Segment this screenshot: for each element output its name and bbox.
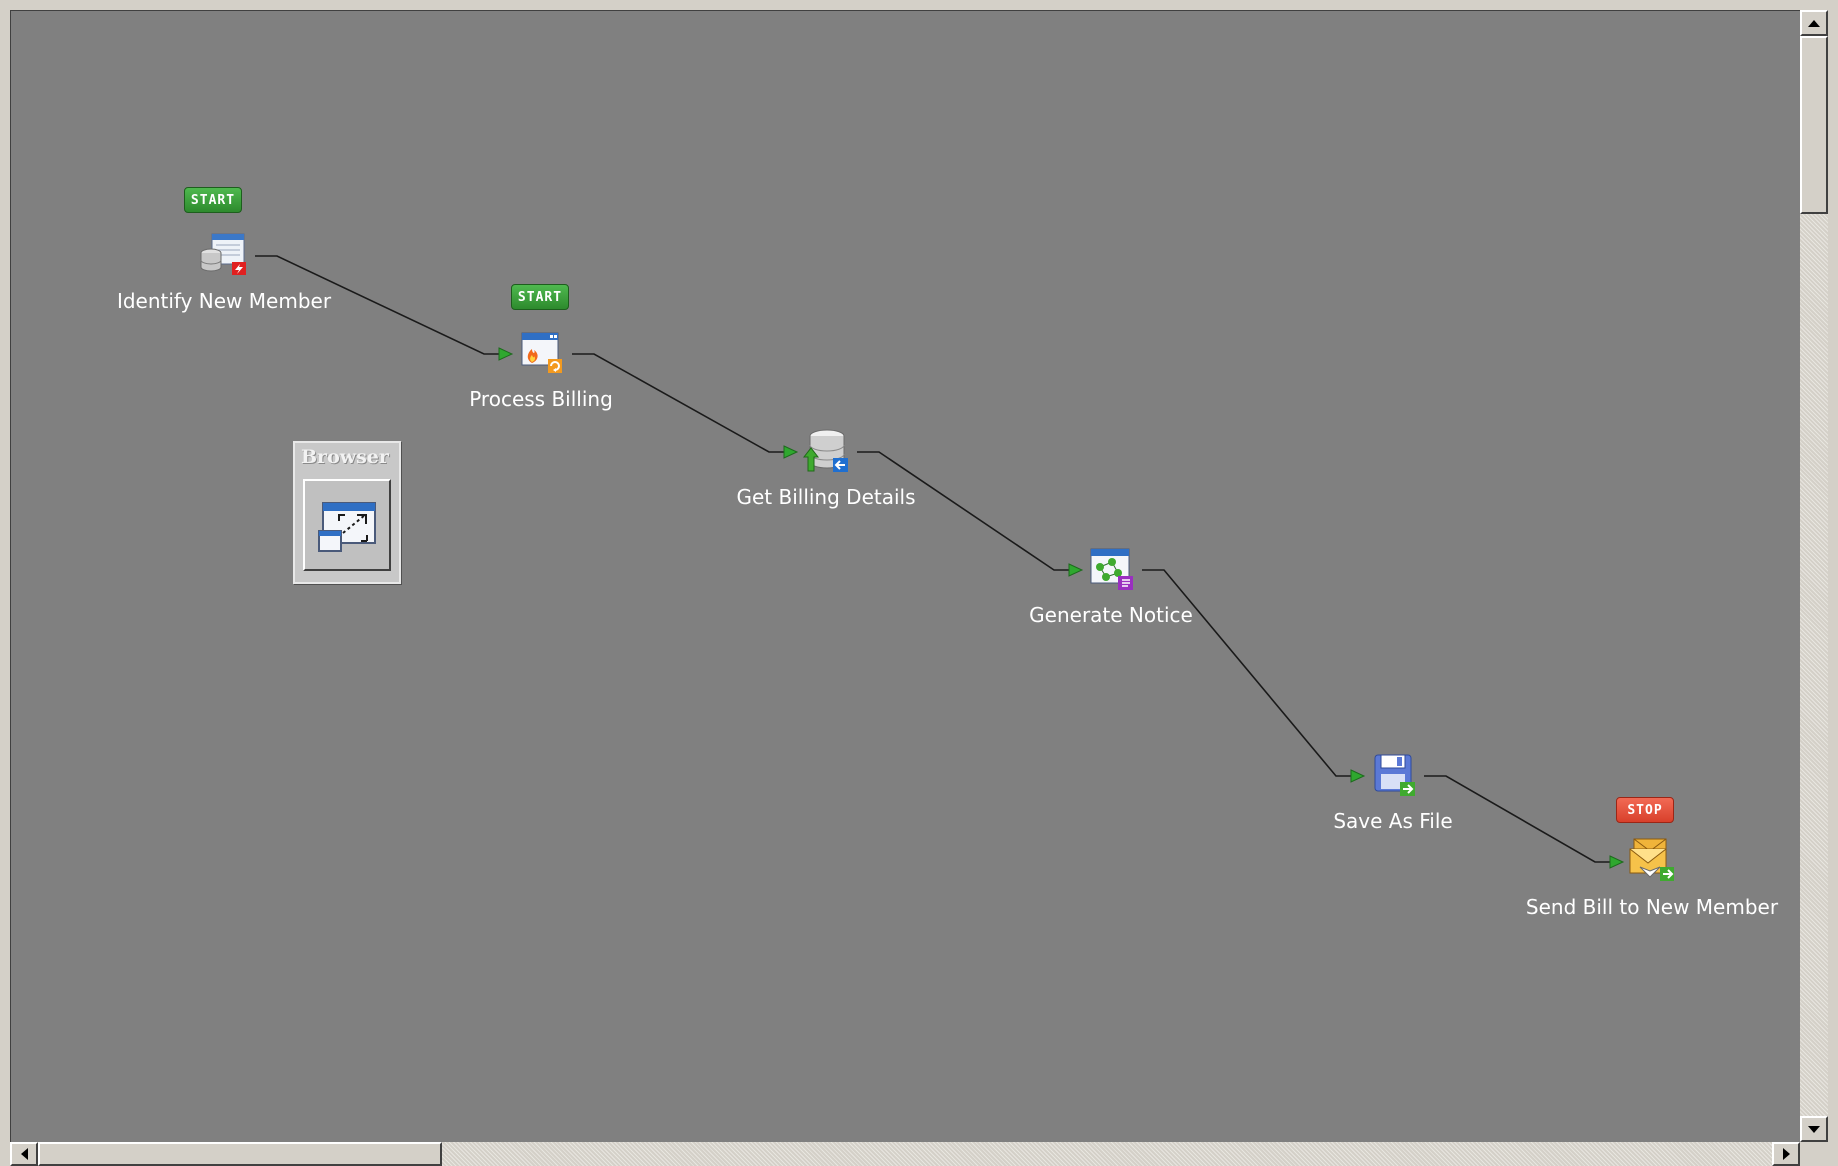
- horizontal-scroll-thumb[interactable]: [38, 1142, 442, 1166]
- node-label: Send Bill to New Member: [1525, 895, 1779, 919]
- email-send-icon: [1629, 838, 1674, 881]
- scroll-right-button[interactable]: [1772, 1142, 1800, 1166]
- expand-window-icon: [318, 502, 376, 552]
- connection-layer: [255, 255, 1625, 869]
- connection-arrow-icon: [1609, 855, 1625, 869]
- scroll-down-button[interactable]: [1800, 1116, 1828, 1142]
- window-process-icon: [521, 332, 562, 373]
- browser-widget[interactable]: Browser: [293, 441, 401, 584]
- window-transform-icon: [1090, 548, 1133, 590]
- database-query-icon: [802, 429, 848, 472]
- connection-arrow-icon: [498, 347, 514, 361]
- database-table-trigger-icon: [200, 233, 246, 275]
- stop-badge: STOP: [1616, 797, 1674, 823]
- vertical-scroll-thumb[interactable]: [1800, 36, 1828, 214]
- connection-arrow-icon: [1350, 769, 1366, 783]
- connection-arrow-icon: [1068, 563, 1084, 577]
- arrow-down-icon: [1808, 1125, 1820, 1133]
- node-label: Generate Notice: [1029, 603, 1193, 627]
- connection-wire[interactable]: [1142, 569, 1352, 777]
- workflow-designer-window: START Identify New Member START Process …: [0, 0, 1838, 1166]
- scroll-left-button[interactable]: [10, 1142, 38, 1166]
- start-badge: START: [184, 187, 242, 213]
- scroll-corner: [1800, 1142, 1828, 1166]
- arrow-left-icon: [20, 1148, 28, 1160]
- node-label: Identify New Member: [116, 289, 332, 313]
- horizontal-scrollbar[interactable]: [10, 1142, 1800, 1166]
- node-label: Get Billing Details: [736, 485, 916, 509]
- start-badge: START: [511, 284, 569, 310]
- floppy-save-icon: [1374, 754, 1415, 796]
- workflow-canvas[interactable]: START Identify New Member START Process …: [10, 10, 1801, 1143]
- node-label: Save As File: [1333, 809, 1453, 833]
- arrow-right-icon: [1782, 1148, 1790, 1160]
- connection-wire[interactable]: [857, 451, 1070, 571]
- node-label: Process Billing: [469, 387, 613, 411]
- browser-title: Browser: [301, 446, 389, 468]
- connection-arrow-icon: [783, 445, 799, 459]
- vertical-scrollbar[interactable]: [1800, 10, 1828, 1142]
- browser-expand-button[interactable]: [303, 479, 391, 571]
- scroll-up-button[interactable]: [1800, 10, 1828, 36]
- arrow-up-icon: [1808, 19, 1820, 27]
